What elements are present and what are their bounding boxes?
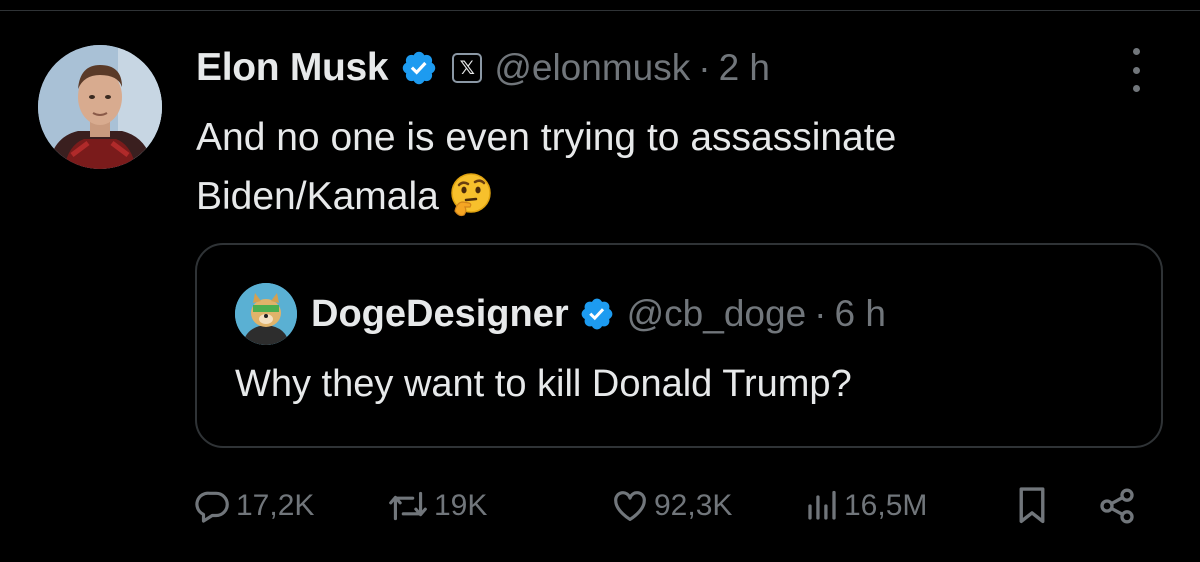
- bookmark-button[interactable]: [1016, 484, 1048, 528]
- verified-badge-icon: [400, 49, 438, 87]
- thinking-face-icon: [447, 171, 495, 219]
- views-button[interactable]: 16,5M: [804, 484, 927, 528]
- share-icon: [1096, 486, 1138, 526]
- quoted-tweet-header: DogeDesigner @cb_doge · 6 h: [235, 283, 886, 345]
- tweet-text-line: And no one is even trying to assassinate: [196, 116, 897, 159]
- reply-button[interactable]: 17,2K: [194, 484, 314, 528]
- analytics-icon: [804, 487, 840, 525]
- reply-count: 17,2K: [236, 489, 315, 522]
- tweet-time[interactable]: 2 h: [719, 47, 770, 89]
- bookmark-icon: [1016, 486, 1048, 526]
- quoted-verified-badge-icon: [579, 296, 615, 332]
- quoted-tweet-text: Why they want to kill Donald Trump?: [235, 363, 852, 405]
- tweet-text-line: Biden/Kamala: [196, 167, 1116, 226]
- x-affiliate-icon[interactable]: 𝕏: [452, 53, 483, 83]
- tweet-text: And no one is even trying to assassinate…: [196, 108, 1116, 226]
- quoted-tweet-time[interactable]: 6 h: [834, 293, 885, 335]
- repost-count: 19K: [434, 489, 488, 522]
- share-button[interactable]: [1096, 484, 1138, 528]
- author-handle[interactable]: @elonmusk: [494, 47, 690, 89]
- views-count: 16,5M: [844, 489, 928, 522]
- like-count: 92,3K: [654, 489, 733, 522]
- top-divider: [0, 10, 1200, 11]
- quoted-author-handle[interactable]: @cb_doge: [627, 293, 807, 335]
- author-name[interactable]: Elon Musk: [196, 46, 389, 90]
- more-options-icon[interactable]: [1126, 48, 1146, 92]
- tweet-action-bar: 17,2K 19K 92,3K 16,5M: [0, 484, 1200, 528]
- repost-button[interactable]: 19K: [386, 484, 487, 528]
- reply-icon: [194, 487, 232, 525]
- quoted-author-name[interactable]: DogeDesigner: [311, 293, 569, 336]
- tweet-header: Elon Musk 𝕏 @elonmusk · 2 h: [196, 40, 770, 96]
- meta-separator: ·: [698, 47, 711, 88]
- more-dot: [1132, 48, 1140, 55]
- tweet-text-segment: Biden/Kamala: [196, 175, 439, 218]
- meta-separator: ·: [814, 293, 827, 334]
- quoted-tweet-card[interactable]: DogeDesigner @cb_doge · 6 h Why they wan…: [195, 243, 1163, 448]
- like-button[interactable]: 92,3K: [610, 484, 732, 528]
- author-avatar[interactable]: [38, 45, 162, 169]
- quoted-author-avatar[interactable]: [235, 283, 297, 345]
- repost-icon: [386, 487, 430, 525]
- quoted-tweet-meta: @cb_doge · 6 h: [627, 293, 886, 335]
- heart-icon: [610, 487, 650, 525]
- tweet-meta: @elonmusk · 2 h: [494, 47, 770, 89]
- more-dot: [1132, 85, 1140, 92]
- more-dot: [1132, 66, 1140, 74]
